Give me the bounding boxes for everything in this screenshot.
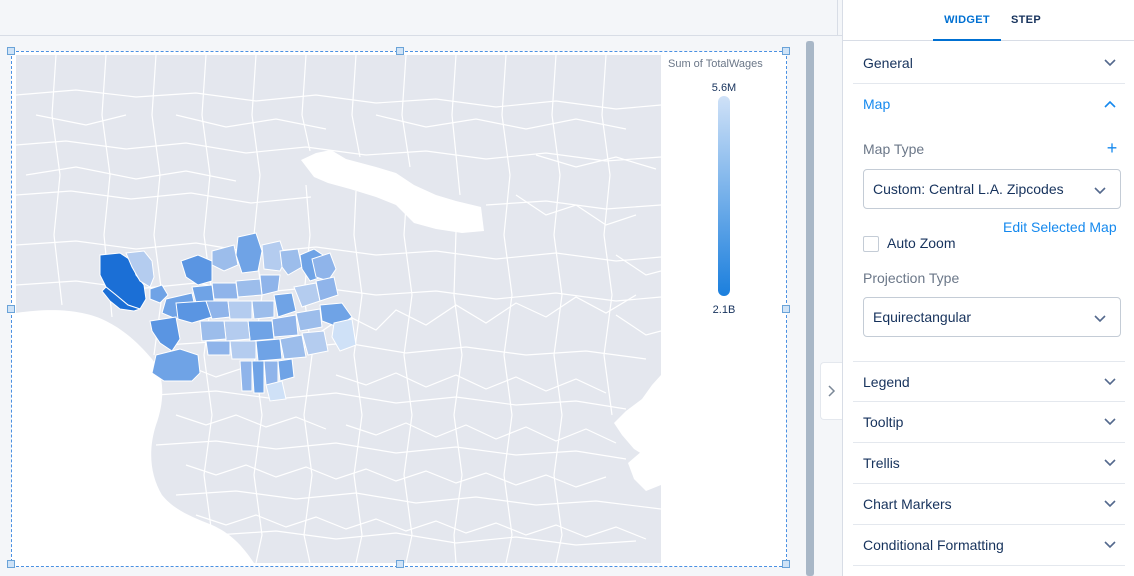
resize-handle-right[interactable]	[782, 305, 790, 313]
tab-step[interactable]: STEP	[1001, 0, 1051, 41]
section-tooltip-label: Tooltip	[863, 414, 904, 430]
legend-color-scale	[718, 96, 730, 296]
zip-region[interactable]	[279, 334, 307, 360]
edit-selected-map-link[interactable]: Edit Selected Map	[1003, 219, 1117, 235]
zip-region[interactable]	[251, 300, 275, 320]
panel-tabs: WIDGET STEP	[843, 0, 1134, 41]
chevron-down-icon	[1104, 500, 1116, 508]
zip-region[interactable]	[255, 338, 283, 362]
chevron-down-icon	[1094, 187, 1106, 195]
section-conditional-formatting[interactable]: Conditional Formatting	[853, 525, 1125, 566]
zip-region[interactable]	[235, 232, 263, 274]
zip-region[interactable]	[265, 380, 287, 402]
chevron-up-icon	[1104, 100, 1116, 108]
section-chart-markers-label: Chart Markers	[863, 496, 952, 512]
chevron-down-icon	[1104, 418, 1116, 426]
resize-handle-top-left[interactable]	[7, 47, 15, 55]
resize-handle-bottom[interactable]	[396, 560, 404, 568]
zip-region[interactable]	[205, 340, 231, 356]
chevron-right-icon	[827, 385, 835, 397]
projection-type-value: Equirectangular	[873, 309, 972, 325]
legend-max-value: 5.6M	[711, 82, 737, 94]
dashboard-canvas: Sum of TotalWages 5.6M 2.1B	[0, 0, 842, 576]
auto-zoom-checkbox[interactable]	[863, 236, 879, 252]
section-trellis-label: Trellis	[863, 455, 900, 471]
zip-region[interactable]	[271, 314, 299, 338]
resize-handle-bottom-left[interactable]	[7, 560, 15, 568]
legend-title: Sum of TotalWages	[668, 58, 763, 70]
section-chart-markers[interactable]: Chart Markers	[853, 484, 1125, 525]
chevron-down-icon	[1104, 459, 1116, 467]
chevron-down-icon	[1104, 378, 1116, 386]
section-map-label: Map	[863, 96, 891, 112]
section-legend[interactable]: Legend	[853, 361, 1125, 402]
legend-min-value: 2.1B	[712, 304, 736, 316]
zip-region[interactable]	[277, 358, 295, 382]
properties-panel: WIDGET STEP General Map Map Type + Custo…	[842, 0, 1134, 576]
section-general[interactable]: General	[853, 43, 1125, 84]
projection-type-select[interactable]: Equirectangular	[863, 297, 1121, 337]
zip-region[interactable]	[223, 320, 251, 342]
resize-handle-bottom-right[interactable]	[782, 560, 790, 568]
zip-region[interactable]	[227, 300, 253, 320]
projection-type-label: Projection Type	[863, 270, 960, 286]
zip-region[interactable]	[229, 340, 257, 360]
chevron-down-icon	[1104, 541, 1116, 549]
map-type-select[interactable]: Custom: Central L.A. Zipcodes	[863, 169, 1121, 209]
resize-handle-top[interactable]	[396, 47, 404, 55]
section-map[interactable]: Map	[853, 84, 1125, 125]
map-type-label: Map Type	[863, 141, 925, 157]
zip-region[interactable]	[263, 360, 279, 386]
scrollbar-thumb[interactable]	[806, 41, 814, 576]
zip-region[interactable]	[191, 284, 215, 304]
zip-region[interactable]	[247, 320, 275, 342]
choropleth-map[interactable]	[16, 55, 661, 563]
zip-region[interactable]	[199, 320, 227, 342]
zip-region[interactable]	[151, 348, 201, 382]
add-map-type-button[interactable]: +	[1103, 138, 1121, 158]
canvas-toolbar	[0, 0, 842, 36]
zip-region[interactable]	[235, 278, 263, 298]
section-general-label: General	[863, 55, 913, 71]
canvas-scrollbar[interactable]	[806, 41, 814, 576]
canvas-toolbar-inner	[0, 0, 838, 35]
chevron-down-icon	[1104, 59, 1116, 67]
resize-handle-top-right[interactable]	[782, 47, 790, 55]
zip-region[interactable]	[251, 360, 265, 394]
resize-handle-left[interactable]	[7, 305, 15, 313]
chevron-down-icon	[1094, 315, 1106, 323]
map-type-value: Custom: Central L.A. Zipcodes	[873, 181, 1064, 197]
map-widget[interactable]: Sum of TotalWages 5.6M 2.1B	[7, 47, 790, 568]
zip-region[interactable]	[295, 308, 323, 332]
zip-region[interactable]	[211, 282, 239, 300]
section-tooltip[interactable]: Tooltip	[853, 402, 1125, 443]
section-legend-label: Legend	[863, 374, 910, 390]
tab-widget[interactable]: WIDGET	[933, 0, 1001, 41]
section-trellis[interactable]: Trellis	[853, 443, 1125, 484]
section-conditional-formatting-label: Conditional Formatting	[863, 537, 1004, 553]
auto-zoom-label: Auto Zoom	[887, 235, 956, 251]
zip-region[interactable]	[239, 360, 253, 392]
collapse-panel-button[interactable]	[820, 362, 842, 420]
